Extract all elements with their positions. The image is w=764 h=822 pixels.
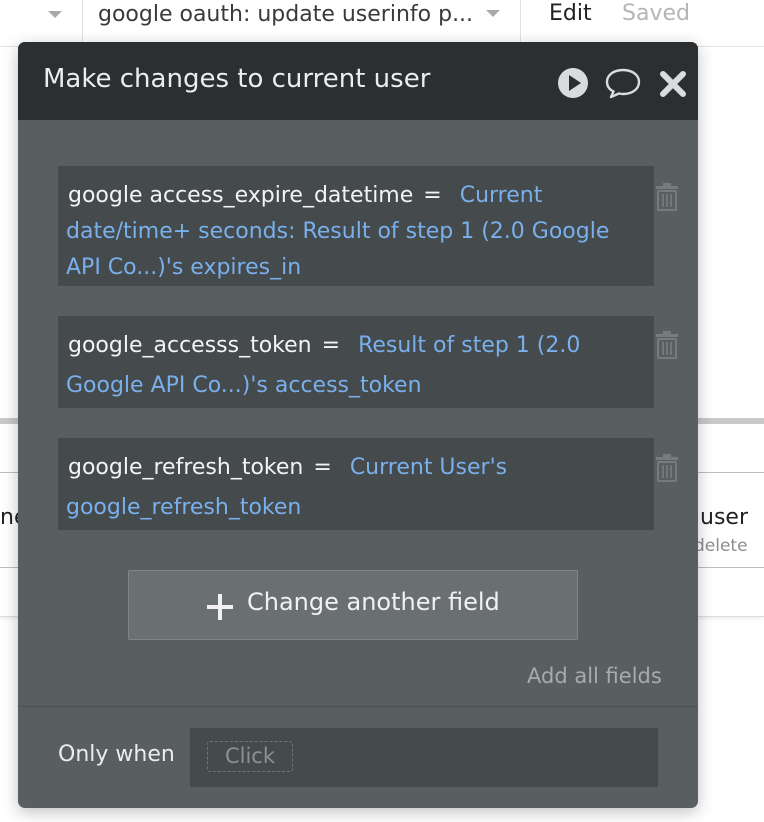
top-toolbar: google oauth: update userinfo p... Edit … (0, 0, 764, 47)
chevron-down-icon[interactable] (48, 11, 62, 18)
step-card-delete[interactable]: delete (694, 536, 748, 556)
field-name: google_refresh_token (68, 455, 304, 480)
workflow-select[interactable]: google oauth: update userinfo p... (98, 0, 501, 32)
comment-icon[interactable] (604, 66, 642, 100)
close-icon[interactable] (658, 69, 688, 99)
equals-sign: = (423, 183, 442, 208)
save-status: Saved (622, 1, 690, 26)
footer-divider (18, 706, 698, 707)
trash-icon[interactable] (654, 330, 680, 360)
change-another-field-label: Change another field (247, 588, 500, 616)
trash-icon[interactable] (654, 182, 680, 212)
condition-placeholder[interactable]: Click (207, 741, 293, 772)
field-name: google_accesss_token (68, 333, 312, 358)
equals-sign: = (321, 333, 341, 358)
chevron-down-icon[interactable] (486, 10, 501, 17)
play-icon[interactable] (556, 66, 590, 100)
popup-header[interactable]: Make changes to current user (18, 42, 698, 120)
step-card-title: user (700, 505, 748, 530)
edit-tab[interactable]: Edit (549, 0, 592, 28)
add-all-fields-link[interactable]: Add all fields (527, 664, 662, 688)
field-name: google access_expire_datetime (68, 183, 414, 208)
field-assignment-row[interactable]: google_accesss_token = Result of step 1 (2… (58, 316, 654, 408)
field-assignment-row[interactable]: google access_expire_datetime = Current da… (58, 166, 654, 286)
field-assignment-row[interactable]: google_refresh_token = Current User's goog… (58, 438, 654, 530)
workflow-select-label: google oauth: update userinfo p... (98, 2, 474, 27)
plus-icon (207, 594, 233, 620)
only-when-label: Only when (58, 742, 175, 767)
page-selector[interactable] (0, 0, 83, 46)
trash-icon[interactable] (654, 453, 680, 483)
action-editor-popup: Make changes to current user google acce… (18, 42, 698, 808)
popup-title: Make changes to current user (43, 64, 431, 94)
toolbar-divider (520, 0, 521, 46)
equals-sign: = (313, 455, 332, 480)
change-another-field-button[interactable]: Change another field (128, 570, 578, 640)
